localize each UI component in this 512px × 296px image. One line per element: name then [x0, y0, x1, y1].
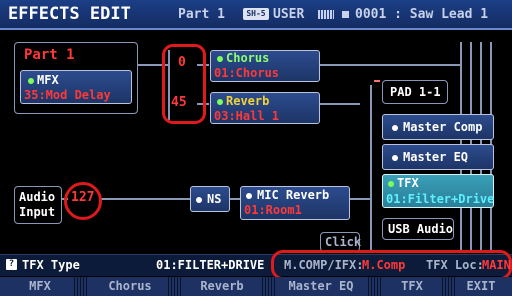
tab-separator [168, 277, 182, 296]
reverb-label: Reverb [217, 94, 269, 108]
tfx-loc-label: TFX Loc: [426, 258, 484, 272]
tab-separator [368, 277, 382, 296]
help-icon: ? [6, 259, 17, 270]
chorus-label-text: Chorus [226, 51, 270, 65]
tab-exit[interactable]: EXIT [456, 279, 506, 293]
chorus-label: Chorus [217, 51, 269, 65]
tfx-type: 01:Filter+Drive [386, 192, 495, 206]
tab-separator [74, 277, 88, 296]
master-eq-status-icon [392, 154, 398, 161]
mic-reverb-type: 01:Room1 [244, 203, 302, 217]
master-comp-text: Master Comp [403, 120, 483, 134]
audio-input-label-1: Audio [19, 190, 56, 204]
tone-name: 0001 : Saw Lead 1 [355, 7, 489, 22]
tab-separator [262, 277, 276, 296]
ns-label: NS [196, 192, 221, 206]
click-label: Click [325, 235, 362, 249]
reverb-send-value[interactable]: 45 [171, 96, 187, 110]
tab-reverb[interactable]: Reverb [184, 279, 260, 293]
connector-line [370, 85, 372, 250]
connector-line [100, 198, 190, 200]
mfx-label: MFX [28, 73, 59, 87]
connector-line [320, 64, 460, 66]
ns-label-text: NS [207, 192, 222, 206]
tab-chorus[interactable]: Chorus [94, 279, 166, 293]
keyboard-icon [318, 10, 334, 19]
pad-label: PAD 1-1 [390, 85, 441, 99]
tfx-status-icon [388, 180, 394, 187]
audio-input-level[interactable]: 127 [71, 191, 94, 205]
usb-audio-label: USB Audio [388, 222, 454, 236]
mic-reverb-status-icon [246, 192, 252, 199]
mcomp-value[interactable]: M.Comp [362, 258, 405, 272]
reverb-label-text: Reverb [226, 94, 270, 108]
connector-line [320, 103, 360, 105]
user-label: USER [273, 7, 305, 22]
master-comp-status-icon [392, 124, 398, 131]
chorus-type: 01:Chorus [214, 66, 280, 80]
ns-status-icon [196, 196, 202, 203]
chorus-send-value[interactable]: 0 [178, 56, 186, 70]
param-value[interactable]: 01:FILTER+DRIVE [156, 258, 264, 272]
reverb-status-icon [217, 98, 223, 105]
part-label: Part 1 [24, 47, 75, 63]
mic-reverb-text: MIC Reverb [257, 188, 330, 202]
mfx-status-icon [28, 77, 34, 84]
mfx-label-text: MFX [37, 73, 59, 87]
mcomp-label: M.COMP/IFX: [284, 258, 364, 272]
connector-line [230, 198, 240, 200]
tab-master-eq[interactable]: Master EQ [276, 279, 366, 293]
audio-input-label-2: Input [19, 205, 56, 219]
chorus-status-icon [217, 55, 223, 62]
header-divider [0, 28, 512, 30]
mfx-type: 35:Mod Delay [24, 88, 111, 102]
page-title: EFFECTS EDIT [8, 4, 131, 24]
reverb-type: 03:Hall 1 [214, 109, 280, 123]
pad-arrow-icon [374, 80, 380, 82]
master-comp-label: Master Comp [392, 120, 482, 134]
connector-line [350, 198, 370, 200]
part-indicator: Part 1 [178, 7, 225, 22]
tfx-loc-value[interactable]: MAIN [482, 258, 511, 272]
effects-edit-screen: EFFECTS EDIT Part 1 SH-5 USER 0001 : Saw… [0, 0, 512, 296]
scene-badge: SH-5 [243, 8, 269, 20]
tab-separator [442, 277, 456, 296]
master-eq-label: Master EQ [392, 150, 468, 164]
master-eq-text: Master EQ [403, 150, 469, 164]
tab-mfx[interactable]: MFX [10, 279, 70, 293]
tfx-label-text: TFX [397, 176, 419, 190]
param-name: TFX Type [22, 258, 80, 272]
tab-tfx[interactable]: TFX [384, 279, 440, 293]
mic-reverb-label: MIC Reverb [246, 188, 329, 202]
tfx-label: TFX [388, 176, 419, 190]
tone-square-icon [342, 11, 349, 18]
